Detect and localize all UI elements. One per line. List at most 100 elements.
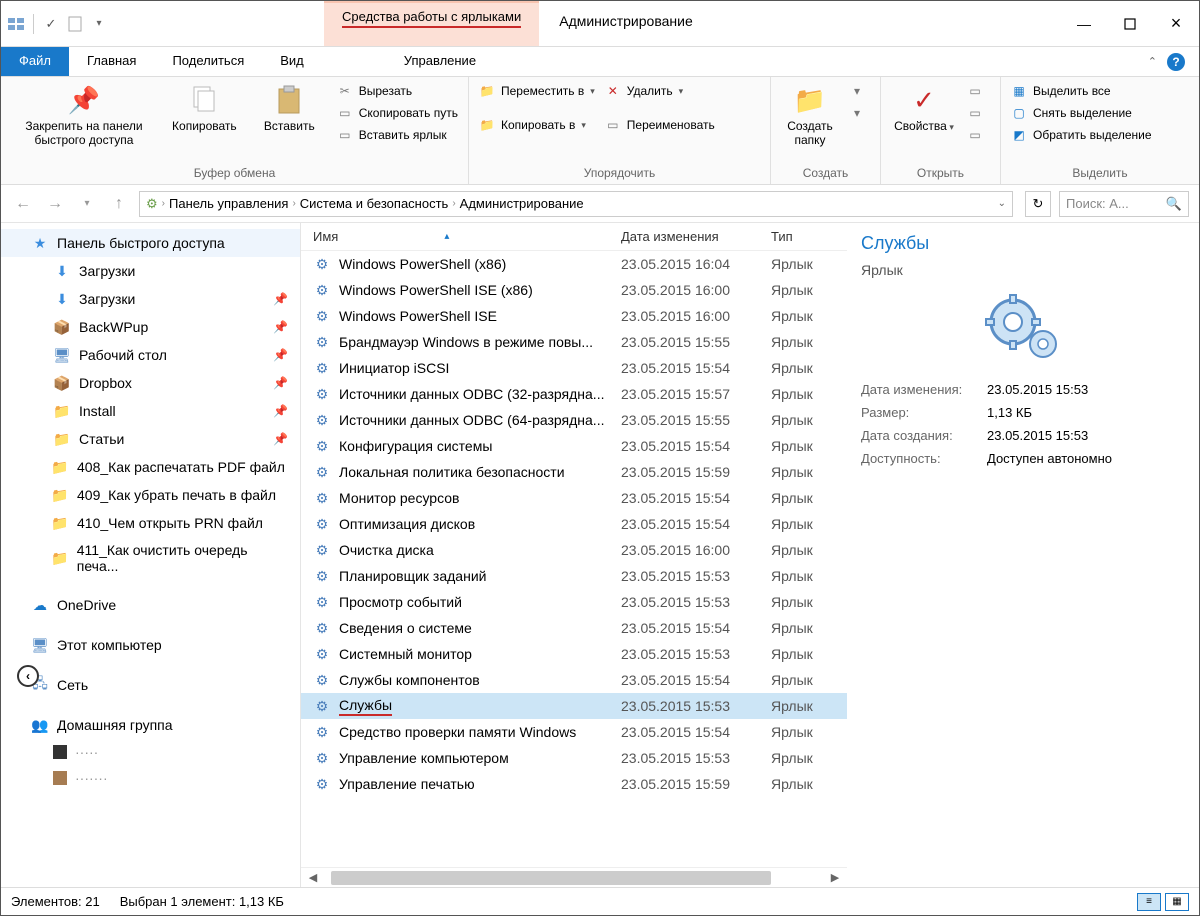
invert-selection-button[interactable]: ◩Обратить выделение — [1011, 127, 1152, 143]
ribbon-tabs: Файл Главная Поделиться Вид Управление ⌃… — [1, 47, 1199, 77]
maximize-button[interactable] — [1107, 1, 1153, 46]
file-row[interactable]: ⚙Сведения о системе23.05.2015 15:54Ярлык — [301, 615, 847, 641]
refresh-button[interactable]: ↻ — [1025, 191, 1051, 217]
qat-properties-icon[interactable]: ✓ — [42, 15, 60, 33]
file-row[interactable]: ⚙Брандмауэр Windows в режиме повы...23.0… — [301, 329, 847, 355]
minimize-button[interactable]: — — [1061, 1, 1107, 46]
easy-access-button[interactable]: ▾ — [849, 105, 865, 121]
col-name[interactable]: Имя▴ — [301, 229, 621, 244]
shortcut-icon: ⚙ — [313, 333, 331, 351]
shortcut-icon: ⚙ — [313, 645, 331, 663]
tab-home[interactable]: Главная — [69, 47, 154, 76]
new-folder-button[interactable]: 📁 Создать папку — [781, 83, 839, 147]
pin-quick-access-button[interactable]: 📌 Закрепить на панели быстрого доступа — [11, 83, 157, 147]
up-button[interactable]: ↑ — [107, 192, 131, 216]
history-button[interactable]: ▭ — [967, 127, 983, 143]
file-row[interactable]: ⚙Источники данных ODBC (32-разрядна...23… — [301, 381, 847, 407]
file-row[interactable]: ⚙Управление печатью23.05.2015 15:59Ярлык — [301, 771, 847, 797]
file-row[interactable]: ⚙Очистка диска23.05.2015 16:00Ярлык — [301, 537, 847, 563]
tab-share[interactable]: Поделиться — [154, 47, 262, 76]
context-tab[interactable]: Средства работы с ярлыками — [324, 1, 539, 46]
move-to-button[interactable]: 📁Переместить в — [479, 83, 595, 99]
nav-item-3[interactable]: 🖥Рабочий стол📌 — [1, 341, 300, 369]
file-row[interactable]: ⚙Просмотр событий23.05.2015 15:53Ярлык — [301, 589, 847, 615]
copy-button[interactable]: Копировать — [167, 83, 242, 133]
breadcrumb-dropdown-icon[interactable]: ⌄ — [998, 198, 1006, 209]
nav-item-10[interactable]: 📁411_Как очистить очередь печа... — [1, 537, 300, 579]
file-row[interactable]: ⚙Планировщик заданий23.05.2015 15:53Ярлы… — [301, 563, 847, 589]
nav-quick-access[interactable]: ★ Панель быстрого доступа — [1, 229, 300, 257]
tab-file[interactable]: Файл — [1, 47, 69, 76]
nav-item-9[interactable]: 📁410_Чем открыть PRN файл — [1, 509, 300, 537]
nav-homegroup[interactable]: 👥Домашняя группа — [1, 711, 300, 739]
copy-path-button[interactable]: ▭Скопировать путь — [337, 105, 458, 121]
select-none-button[interactable]: ▢Снять выделение — [1011, 105, 1152, 121]
file-row[interactable]: ⚙Оптимизация дисков23.05.2015 15:54Ярлык — [301, 511, 847, 537]
file-row[interactable]: ⚙Windows PowerShell (x86)23.05.2015 16:0… — [301, 251, 847, 277]
crumb-2[interactable]: Администрирование — [460, 196, 584, 211]
cut-button[interactable]: ✂Вырезать — [337, 83, 458, 99]
crumb-1[interactable]: Система и безопасность — [300, 196, 449, 211]
file-row[interactable]: ⚙Windows PowerShell ISE23.05.2015 16:00Я… — [301, 303, 847, 329]
tab-view[interactable]: Вид — [262, 47, 322, 76]
nav-onedrive[interactable]: ☁OneDrive — [1, 591, 300, 619]
forward-button[interactable]: → — [43, 192, 67, 216]
breadcrumb[interactable]: ⚙ › Панель управления› Система и безопас… — [139, 191, 1013, 217]
copy-to-button[interactable]: 📁Копировать в — [479, 117, 595, 133]
app-icon[interactable] — [7, 15, 25, 33]
paste-button[interactable]: Вставить — [252, 83, 327, 133]
nav-item-4[interactable]: 📦Dropbox📌 — [1, 369, 300, 397]
col-date[interactable]: Дата изменения — [621, 229, 771, 244]
nav-item-6[interactable]: 📁Статьи📌 — [1, 425, 300, 453]
properties-button[interactable]: ✓ Свойства — [891, 83, 957, 133]
nav-this-pc[interactable]: 🖥Этот компьютер — [1, 631, 300, 659]
nav-item-2[interactable]: 📦BackWPup📌 — [1, 313, 300, 341]
delete-button[interactable]: ✕Удалить — [605, 83, 715, 99]
qat-new-icon[interactable] — [66, 15, 84, 33]
nav-homegroup-user2[interactable]: ······· — [1, 765, 300, 791]
qat-dropdown-icon[interactable]: ▾ — [90, 15, 108, 33]
nav-item-8[interactable]: 📁409_Как убрать печать в файл — [1, 481, 300, 509]
close-button[interactable]: × — [1153, 1, 1199, 46]
help-icon[interactable]: ? — [1167, 53, 1185, 71]
nav-network[interactable]: 🖧Сеть — [1, 671, 300, 699]
group-organize-title: Упорядочить — [469, 164, 770, 184]
nav-item-7[interactable]: 📁408_Как распечатать PDF файл — [1, 453, 300, 481]
file-type: Ярлык — [771, 646, 847, 662]
new-item-button[interactable]: ▾ — [849, 83, 865, 99]
view-details-button[interactable]: ≡ — [1137, 893, 1161, 911]
nav-collapse-button[interactable]: ‹ — [17, 665, 39, 687]
rename-button[interactable]: ▭Переименовать — [605, 117, 715, 133]
file-type: Ярлык — [771, 542, 847, 558]
open-button[interactable]: ▭ — [967, 83, 983, 99]
nav-item-1[interactable]: ⬇Загрузки📌 — [1, 285, 300, 313]
nav-homegroup-user1[interactable]: ····· — [1, 739, 300, 765]
file-row[interactable]: ⚙Локальная политика безопасности23.05.20… — [301, 459, 847, 485]
file-row[interactable]: ⚙Инициатор iSCSI23.05.2015 15:54Ярлык — [301, 355, 847, 381]
nav-item-5[interactable]: 📁Install📌 — [1, 397, 300, 425]
file-row[interactable]: ⚙Службы23.05.2015 15:53Ярлык — [301, 693, 847, 719]
star-icon: ★ — [31, 234, 49, 252]
paste-shortcut-button[interactable]: ▭Вставить ярлык — [337, 127, 458, 143]
crumb-0[interactable]: Панель управления — [169, 196, 288, 211]
file-row[interactable]: ⚙Управление компьютером23.05.2015 15:53Я… — [301, 745, 847, 771]
col-type[interactable]: Тип — [771, 229, 847, 244]
edit-button[interactable]: ▭ — [967, 105, 983, 121]
file-row[interactable]: ⚙Windows PowerShell ISE (x86)23.05.2015 … — [301, 277, 847, 303]
horizontal-scrollbar[interactable]: ◀ ▶ — [301, 867, 847, 887]
file-row[interactable]: ⚙Службы компонентов23.05.2015 15:54Ярлык — [301, 667, 847, 693]
file-row[interactable]: ⚙Источники данных ODBC (64-разрядна...23… — [301, 407, 847, 433]
file-row[interactable]: ⚙Системный монитор23.05.2015 15:53Ярлык — [301, 641, 847, 667]
tab-manage[interactable]: Управление — [386, 47, 494, 76]
search-box[interactable]: Поиск: А... 🔍 — [1059, 191, 1189, 217]
file-row[interactable]: ⚙Конфигурация системы23.05.2015 15:54Ярл… — [301, 433, 847, 459]
back-button[interactable]: ← — [11, 192, 35, 216]
recent-button[interactable]: ▾ — [75, 192, 99, 216]
view-thumbnails-button[interactable]: ▦ — [1165, 893, 1189, 911]
file-row[interactable]: ⚙Средство проверки памяти Windows23.05.2… — [301, 719, 847, 745]
nav-item-0[interactable]: ⬇Загрузки — [1, 257, 300, 285]
select-all-button[interactable]: ▦Выделить все — [1011, 83, 1152, 99]
file-row[interactable]: ⚙Монитор ресурсов23.05.2015 15:54Ярлык — [301, 485, 847, 511]
file-name: Оптимизация дисков — [339, 516, 475, 532]
collapse-ribbon-icon[interactable]: ⌃ — [1148, 55, 1157, 68]
